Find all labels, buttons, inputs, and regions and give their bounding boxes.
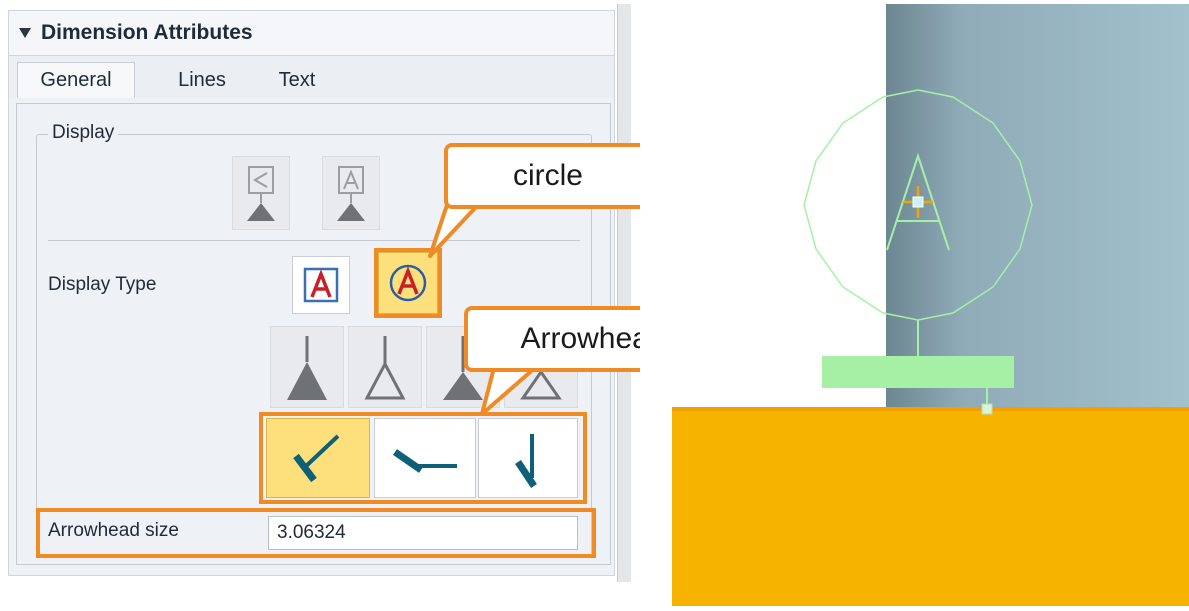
tab-text[interactable]: Text <box>257 62 337 98</box>
display-type-square-button[interactable] <box>292 256 350 314</box>
cad-viewport[interactable] <box>640 0 1189 606</box>
tab-lines[interactable]: Lines <box>147 62 257 98</box>
section-title: Dimension Attributes <box>41 21 253 44</box>
steel-column-body <box>886 4 1189 414</box>
arrowhead-highlight-box <box>259 412 587 504</box>
symbol-left-button[interactable] <box>232 156 290 230</box>
symbol-right-button[interactable] <box>322 156 380 230</box>
collapse-triangle-icon[interactable] <box>19 27 31 39</box>
arrow-fill-open-button[interactable] <box>348 326 422 408</box>
anchor-point-icon[interactable] <box>981 403 993 415</box>
letter-a-square-icon <box>303 267 339 303</box>
weld-symbol-bar <box>822 356 1014 388</box>
dimension-attributes-panel: Dimension Attributes General Lines Text … <box>0 0 722 582</box>
orange-base-body <box>672 407 1189 606</box>
display-group-legend: Display <box>48 122 119 144</box>
arrowhead-size-highlight-box <box>36 508 596 558</box>
filled-triangle-icon <box>287 336 327 400</box>
tab-general[interactable]: General <box>17 62 135 98</box>
open-triangle-icon <box>364 336 406 400</box>
viewport-canvas[interactable] <box>640 0 1189 606</box>
tab-strip: General Lines Text <box>8 56 615 98</box>
flag-symbol-icon <box>247 166 275 221</box>
display-type-label: Display Type <box>48 274 157 295</box>
section-header[interactable]: Dimension Attributes <box>8 10 615 56</box>
arrow-fill-filled-button[interactable] <box>270 326 344 408</box>
letter-symbol-icon <box>337 166 365 221</box>
base-edge <box>672 407 1189 411</box>
circle-callout: circle <box>444 143 652 209</box>
panel-scrollbar[interactable] <box>617 4 631 582</box>
